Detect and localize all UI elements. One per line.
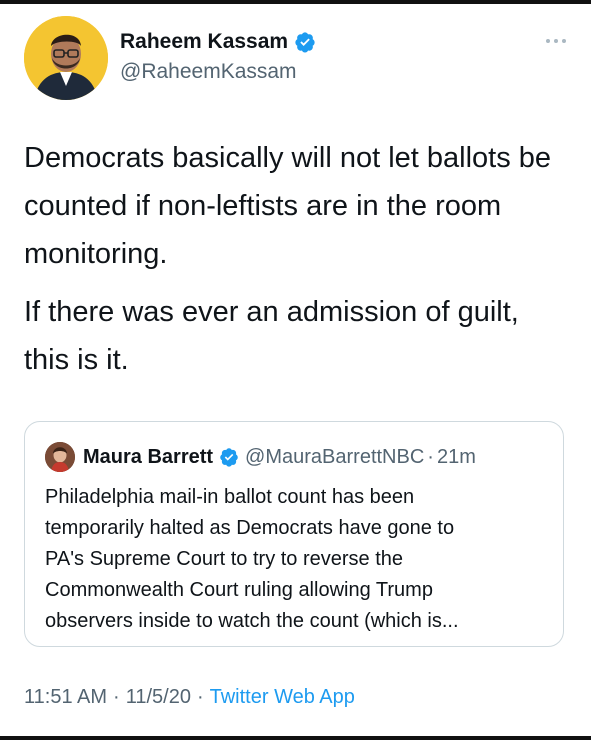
more-dots-icon[interactable]	[544, 36, 568, 46]
quoted-tweet-header: Maura Barrett @MauraBarrettNBC · 21m	[45, 442, 476, 472]
quoted-text-line: temporarily halted as Democrats have gon…	[45, 517, 455, 539]
verified-badge-icon	[220, 448, 238, 467]
top-frame-border	[0, 0, 591, 4]
author-identity: Raheem Kassam @RaheemKassam	[120, 28, 316, 84]
tweet-body: Democrats basically will not let ballots…	[24, 134, 572, 384]
author-avatar[interactable]	[24, 16, 108, 100]
separator-dot: ·	[427, 445, 434, 468]
tweet-source-link[interactable]: Twitter Web App	[210, 686, 355, 708]
quoted-timestamp[interactable]: 21m	[437, 446, 476, 469]
quoted-tweet-card[interactable]: Maura Barrett @MauraBarrettNBC · 21m Phi…	[24, 421, 564, 647]
author-handle[interactable]: @RaheemKassam	[120, 60, 316, 84]
quoted-text-line: PA's Supreme Court to try to reverse the	[45, 548, 404, 570]
quoted-text-line: Commonwealth Court ruling allowing Trump	[45, 579, 433, 601]
quoted-handle[interactable]: @MauraBarrettNBC	[245, 446, 424, 469]
separator-dot: ·	[196, 686, 204, 708]
author-display-name[interactable]: Raheem Kassam	[120, 30, 288, 54]
tweet-date[interactable]: 11/5/20	[126, 686, 191, 708]
separator-dot: ·	[113, 686, 120, 708]
quoted-text-line: Philadelphia mail-in ballot count has be…	[45, 486, 415, 508]
tweet-paragraph: Democrats basically will not let ballots…	[24, 142, 552, 270]
quoted-author-avatar[interactable]	[45, 442, 75, 472]
quoted-text-line: observers inside to watch the count (whi…	[45, 610, 459, 632]
quoted-display-name[interactable]: Maura Barrett	[83, 446, 213, 469]
quoted-tweet-body: Philadelphia mail-in ballot count has be…	[45, 482, 550, 637]
verified-badge-icon	[295, 32, 315, 53]
tweet-paragraph: If there was ever an admission of guilt,…	[24, 296, 519, 376]
bottom-frame-border	[0, 736, 591, 740]
display-name-row: Raheem Kassam	[120, 28, 316, 56]
tweet-time[interactable]: 11:51 AM	[24, 686, 107, 708]
tweet-header: Raheem Kassam @RaheemKassam	[24, 16, 572, 104]
tweet-metadata: 11:51 AM · 11/5/20 · Twitter Web App	[24, 686, 355, 709]
